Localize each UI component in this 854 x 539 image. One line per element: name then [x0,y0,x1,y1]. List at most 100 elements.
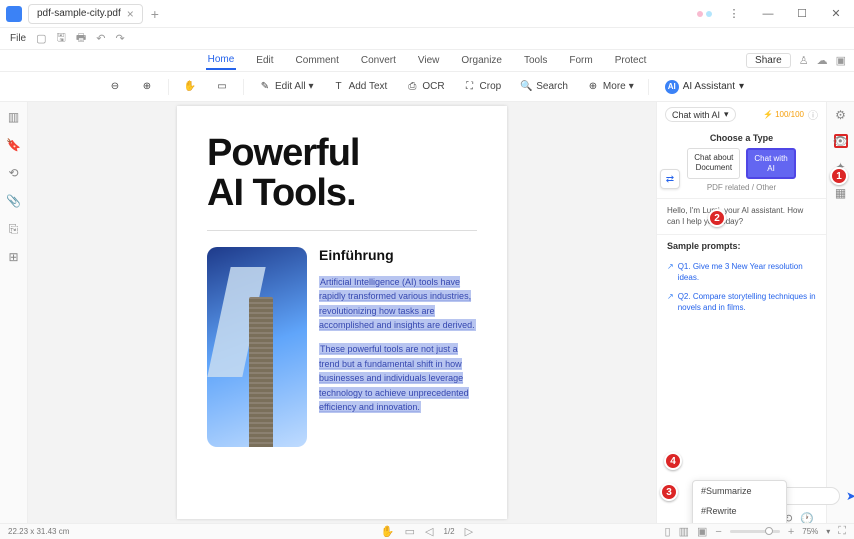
fit-icon[interactable]: ▭ [405,525,415,538]
close-window-button[interactable]: ✕ [824,4,848,24]
file-menu[interactable]: File [10,33,26,44]
window-color-dots [697,11,712,17]
eye-icon[interactable]: 👁 [834,134,848,148]
more-button[interactable]: ⊕More▾ [582,78,638,96]
zoom-slider[interactable] [730,530,780,533]
ai-history-icons[interactable]: ⟲🕐 [783,512,814,523]
ai-context-menu: #Summarize #Rewrite #Grammar Check #Expl… [692,480,787,523]
file-row: File ▢ 🖫 🖶 ↶ ↷ [0,28,854,50]
ctx-summarize[interactable]: #Summarize [693,481,786,501]
attachment-icon[interactable]: 📎 [7,194,21,208]
share-button[interactable]: Share [746,53,791,68]
sample-prompts-title: Sample prompts: [667,241,816,251]
chat-with-ai-button[interactable]: Chat with AI [746,148,795,179]
menu-tab-convert[interactable]: Convert [359,52,398,69]
search-button[interactable]: 🔍Search [515,78,572,96]
fullscreen-icon[interactable]: ⛶ [838,525,846,538]
ai-badge-icon: AI [665,80,679,94]
print-icon[interactable]: 🖶 [76,29,86,48]
hand-cursor-icon[interactable]: ✋ [381,525,395,538]
menu-tab-view[interactable]: View [416,52,442,69]
menu-bar: Home Edit Comment Convert View Organize … [0,50,854,72]
menu-tab-comment[interactable]: Comment [294,52,341,69]
menu-tab-edit[interactable]: Edit [254,52,275,69]
bookmark-icon[interactable]: 🔖 [7,138,21,152]
save-icon[interactable]: 🖫 [57,29,66,48]
next-page-icon[interactable]: ▷ [465,525,473,538]
hand-tool[interactable]: ✋ [179,78,201,96]
box-icon[interactable]: ▣ [836,54,846,67]
undo-icon[interactable]: ↶ [96,32,105,45]
zoom-level: 75% [802,527,818,536]
menu-tab-form[interactable]: Form [567,52,594,69]
ocr-label: OCR [422,81,444,92]
ai-assistant-label: AI Assistant [683,81,735,92]
pdf-page: Powerful AI Tools. Einführung Artificial… [177,106,507,519]
select-tool[interactable]: ▭ [211,78,233,96]
zoom-out-button[interactable]: ⊖ [104,78,126,96]
clock-icon[interactable]: 🕐 [800,512,814,523]
minimize-button[interactable]: — [756,4,780,24]
document-viewport[interactable]: Powerful AI Tools. Einführung Artificial… [28,102,656,523]
translate-badge[interactable]: ⇄ [660,169,680,189]
crop-label: Crop [480,81,502,92]
thumbnails-icon[interactable]: ▥ [7,110,21,124]
open-icon[interactable]: ▢ [36,32,46,45]
page-counter: 1/2 [443,527,454,536]
view-facing-icon[interactable]: ▣ [697,525,707,538]
document-image [207,247,307,447]
cloud-icon[interactable]: ☁ [817,54,828,67]
new-tab-button[interactable]: + [151,6,159,22]
prev-page-icon[interactable]: ◁ [425,525,433,538]
callout-badge-3: 3 [660,483,678,501]
crop-button[interactable]: ⛶Crop [459,78,506,96]
kebab-icon[interactable]: ⋮ [722,4,746,24]
selected-paragraph-2[interactable]: These powerful tools are not just a tren… [319,343,469,413]
chat-about-document-button[interactable]: Chat about Document [687,148,740,179]
send-icon[interactable]: ➤ [846,489,854,503]
menu-tab-protect[interactable]: Protect [613,52,649,69]
ai-greeting: Hello, I'm Lumi, your AI assistant. How … [657,198,826,234]
summary-icon[interactable]: ⎘ [7,222,21,236]
zoom-in-status[interactable]: + [788,526,794,538]
add-text-label: Add Text [349,81,388,92]
menu-tab-tools[interactable]: Tools [522,52,549,69]
ocr-button[interactable]: ⎙OCR [401,78,448,96]
status-bar: 22.23 x 31.43 cm ✋ ▭ ◁ 1/2 ▷ ▯ ▥ ▣ − + 7… [0,523,854,539]
type-subtitle: PDF related / Other [667,183,816,192]
add-text-button[interactable]: TAdd Text [328,78,392,96]
ctx-rewrite[interactable]: #Rewrite [693,501,786,521]
sample-prompt-1[interactable]: ↗Q1. Give me 3 New Year resolution ideas… [667,257,816,287]
choose-type-title: Choose a Type [667,133,816,143]
ai-assistant-button[interactable]: AIAI Assistant▾ [659,78,750,96]
ctx-grammar[interactable]: #Grammar Check [693,521,786,523]
view-continuous-icon[interactable]: ▥ [679,525,689,538]
edit-all-label: Edit All [275,81,306,92]
right-sidebar: ⚙ 👁 ✦ ▦ [826,102,854,523]
title-bar: pdf-sample-city.pdf × + ⋮ — ☐ ✕ [0,0,854,28]
redo-icon[interactable]: ↷ [116,32,125,45]
callout-badge-2: 2 [708,209,726,227]
share-rail-icon[interactable]: ⟲ [7,166,21,180]
sample-prompt-2[interactable]: ↗Q2. Compare storytelling techniques in … [667,287,816,317]
close-tab-icon[interactable]: × [127,7,134,21]
person-icon[interactable]: ♙ [799,54,809,67]
settings-slider-icon[interactable]: ⚙ [834,108,848,122]
zoom-in-button[interactable]: ⊕ [136,78,158,96]
info-icon[interactable]: ⓘ [808,107,818,122]
menu-tab-home[interactable]: Home [206,51,237,70]
layers-icon[interactable]: ⊞ [7,250,21,264]
toolbar: ⊖ ⊕ ✋ ▭ ✎Edit All▾ TAdd Text ⎙OCR ⛶Crop … [0,72,854,102]
view-single-icon[interactable]: ▯ [665,525,671,538]
grid-icon[interactable]: ▦ [834,186,848,200]
ai-mode-selector[interactable]: Chat with AI▾ [665,107,736,122]
doc-title-line1: Powerful [207,134,477,174]
tab-title: pdf-sample-city.pdf [37,8,121,19]
document-tab[interactable]: pdf-sample-city.pdf × [28,4,143,24]
maximize-button[interactable]: ☐ [790,4,814,24]
zoom-out-status[interactable]: − [715,526,721,538]
edit-all-button[interactable]: ✎Edit All▾ [254,78,318,96]
selected-paragraph-1[interactable]: Artificial Intelligence (AI) tools have … [319,276,476,331]
menu-tab-organize[interactable]: Organize [459,52,504,69]
search-label: Search [536,81,568,92]
